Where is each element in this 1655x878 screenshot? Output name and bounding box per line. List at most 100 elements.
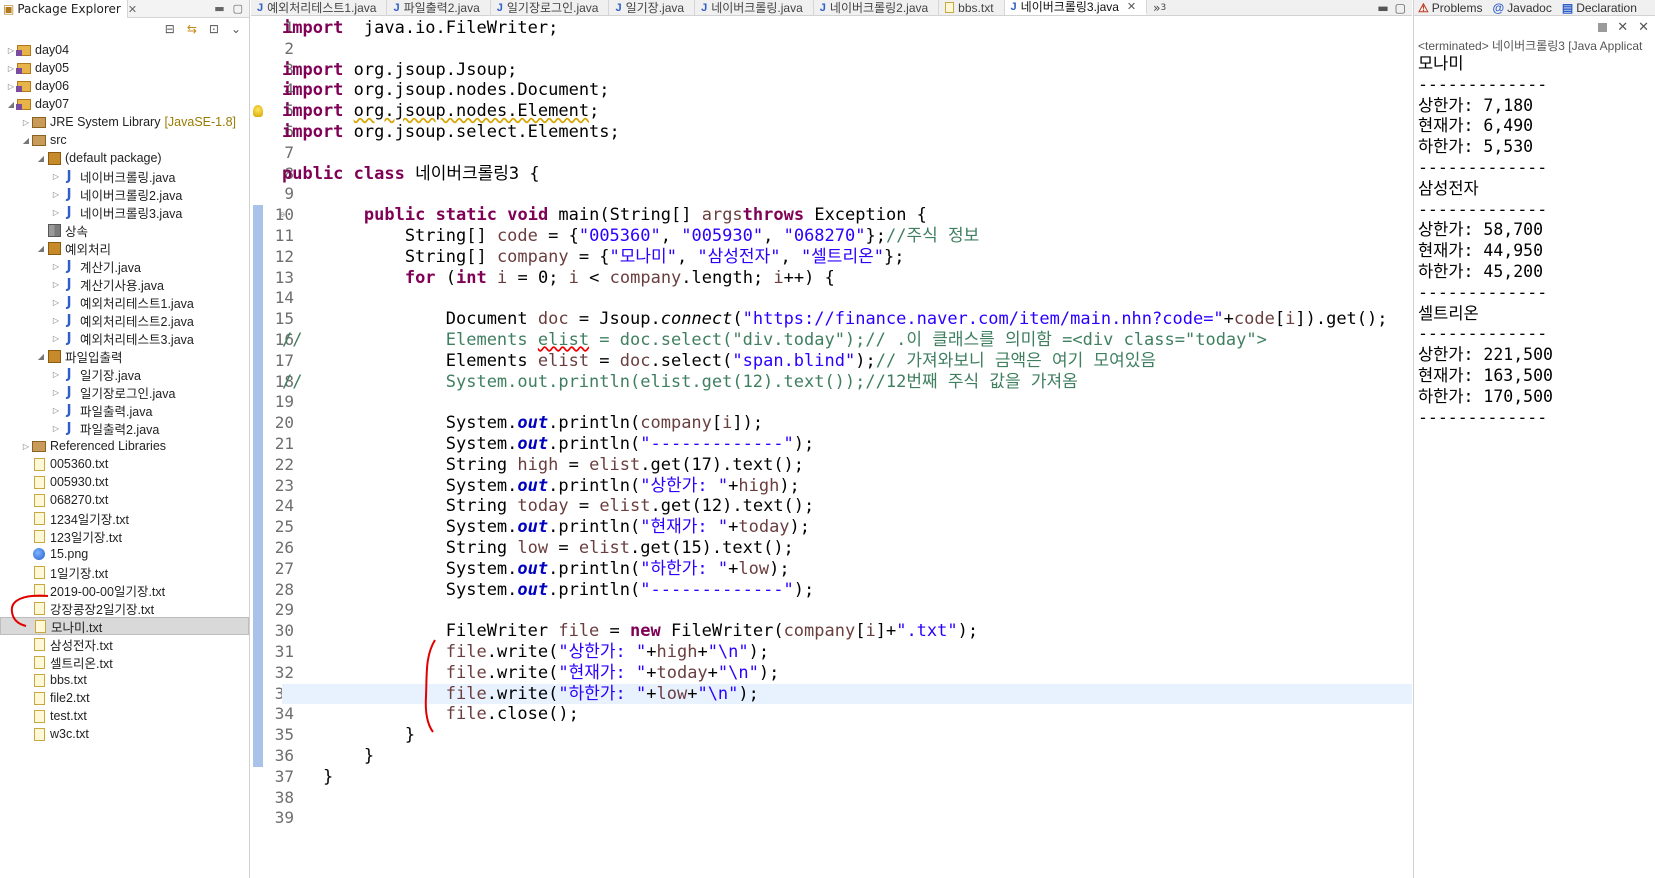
code-line[interactable]: FileWriter file = new FileWriter(company… [282, 621, 1412, 642]
expand-arrow-icon[interactable]: ▷ [51, 370, 61, 379]
minimize-icon[interactable]: ▬ [1377, 1, 1388, 15]
code-line[interactable]: System.out.println("-------------"); [282, 580, 1412, 601]
tree-item[interactable]: ▷ J 예외처리테스트2.java [0, 311, 249, 329]
code-line[interactable]: } [282, 767, 1412, 788]
tree-item[interactable]: ◢ 파일입출력 [0, 347, 249, 365]
tree-item[interactable]: ▷ J 네이버크롤링3.java [0, 203, 249, 221]
code-line[interactable]: import org.jsoup.nodes.Element; [282, 101, 1412, 122]
code-line[interactable] [282, 600, 1412, 621]
code-line[interactable]: file.write("현재가: "+today+"\n"); [282, 663, 1412, 684]
editor-tab[interactable]: J 파일출력2.java [387, 0, 491, 15]
tree-item[interactable]: bbs.txt [0, 671, 249, 689]
expand-arrow-icon[interactable]: ◢ [36, 244, 46, 253]
code-line[interactable] [282, 39, 1412, 60]
tree-item[interactable]: 모나미.txt [0, 617, 249, 635]
editor-tab[interactable]: J 네이버크롤링2.java [814, 0, 940, 15]
tree-item[interactable]: 1일기장.txt [0, 563, 249, 581]
expand-arrow-icon[interactable]: ▷ [51, 280, 61, 289]
code-line[interactable]: file.close(); [282, 704, 1412, 725]
code-line[interactable]: String low = elist.get(15).text(); [282, 538, 1412, 559]
tree-item[interactable]: 068270.txt [0, 491, 249, 509]
code-line[interactable]: import org.jsoup.nodes.Document; [282, 80, 1412, 101]
code-line[interactable]: System.out.println("현재가: "+today); [282, 517, 1412, 538]
tree-item[interactable]: ▷ JRE System Library [JavaSE-1.8] [0, 113, 249, 131]
code-line[interactable] [282, 143, 1412, 164]
code-line[interactable]: public static void main(String[] argsthr… [282, 205, 1412, 226]
expand-arrow-icon[interactable]: ◢ [36, 352, 46, 361]
tree-item[interactable]: 상속 [0, 221, 249, 239]
expand-arrow-icon[interactable]: ▷ [51, 334, 61, 343]
code-line[interactable]: file.write("하한가: "+low+"\n"); [282, 683, 1412, 705]
code-line[interactable]: Elements elist = doc.select("span.blind"… [282, 351, 1412, 372]
maximize-icon[interactable]: ▢ [233, 2, 243, 15]
code-line[interactable]: for (int i = 0; i < company.length; i++)… [282, 268, 1412, 289]
expand-arrow-icon[interactable]: ▷ [6, 46, 16, 55]
editor-tab[interactable]: J 네이버크롤링3.java ✕ [1004, 0, 1148, 15]
tree-item[interactable]: 1234일기장.txt [0, 509, 249, 527]
tree-item[interactable]: ▷ J 일기장로그인.java [0, 383, 249, 401]
minimize-icon[interactable]: ▬ [214, 2, 224, 15]
warning-lightbulb-icon[interactable] [253, 105, 263, 118]
editor-tab[interactable]: bbs.txt [939, 0, 1005, 15]
tree-item[interactable]: 강장콩장2일기장.txt [0, 599, 249, 617]
tree-item[interactable]: 셀트리온.txt [0, 653, 249, 671]
remove-launch-icon[interactable]: ✕ [1617, 20, 1628, 35]
tree-item[interactable]: ▷ J 파일출력2.java [0, 419, 249, 437]
tree-item[interactable]: ◢ 예외처리 [0, 239, 249, 257]
view-tab[interactable]: ⚠ Problems [1414, 1, 1488, 15]
tree-item[interactable]: 15.png [0, 545, 249, 563]
expand-arrow-icon[interactable]: ◢ [6, 100, 16, 109]
tree-item[interactable]: 005930.txt [0, 473, 249, 491]
tree-item[interactable]: ▷ J 계산기사용.java [0, 275, 249, 293]
collapse-all-icon[interactable]: ⊟ [165, 22, 175, 36]
expand-arrow-icon[interactable]: ▷ [21, 118, 31, 127]
code-line[interactable]: import org.jsoup.Jsoup; [282, 60, 1412, 81]
code-line[interactable]: public class 네이버크롤링3 { [282, 164, 1412, 185]
expand-arrow-icon[interactable]: ▷ [51, 262, 61, 271]
code-line[interactable]: } [282, 725, 1412, 746]
code-line[interactable]: String today = elist.get(12).text(); [282, 496, 1412, 517]
tree-item[interactable]: ▷ day06 [0, 77, 249, 95]
tree-item[interactable]: ▷ J 네이버크롤링.java [0, 167, 249, 185]
code-line[interactable]: String[] code = {"005360", "005930", "06… [282, 226, 1412, 247]
expand-arrow-icon[interactable]: ▷ [21, 442, 31, 451]
tree-item[interactable]: ▷ J 일기장.java [0, 365, 249, 383]
code-line[interactable]: System.out.println(company[i]); [282, 413, 1412, 434]
code-line[interactable]: Document doc = Jsoup.connect("https://fi… [282, 309, 1412, 330]
expand-arrow-icon[interactable]: ▷ [51, 406, 61, 415]
code-line[interactable]: // System.out.println(elist.get(12).text… [282, 372, 1412, 393]
code-line[interactable] [282, 288, 1412, 309]
code-line[interactable]: System.out.println("하한가: "+low); [282, 559, 1412, 580]
expand-arrow-icon[interactable]: ▷ [51, 316, 61, 325]
tree-item[interactable]: 2019-00-00일기장.txt [0, 581, 249, 599]
expand-arrow-icon[interactable]: ▷ [6, 82, 16, 91]
editor-tab[interactable]: J 일기장.java [609, 0, 696, 15]
code-line[interactable]: } [282, 746, 1412, 767]
tree-item[interactable]: ◢ src [0, 131, 249, 149]
tree-item[interactable]: ▷ Referenced Libraries [0, 437, 249, 455]
editor-tab[interactable]: J 네이버크롤링.java [695, 0, 814, 15]
code-line[interactable]: // Elements elist = doc.select("div.toda… [282, 330, 1412, 351]
expand-arrow-icon[interactable]: ▷ [51, 424, 61, 433]
tree-item[interactable]: 123일기장.txt [0, 527, 249, 545]
expand-arrow-icon[interactable]: ▷ [51, 172, 61, 181]
expand-arrow-icon[interactable]: ◢ [21, 136, 31, 145]
tree-item[interactable]: ◢ (default package) [0, 149, 249, 167]
tab-package-explorer[interactable]: ▣ Package Explorer ✕ [0, 0, 137, 18]
expand-arrow-icon[interactable]: ▷ [51, 208, 61, 217]
code-line[interactable] [282, 392, 1412, 413]
code-line[interactable]: import java.io.FileWriter; [282, 18, 1412, 39]
tree-item[interactable]: 005360.txt [0, 455, 249, 473]
code-area[interactable]: 1 2 3 4 5 6 7 8 9 10 11 12 13 14 15 16 17 18 19 20 21 22 23 24 2… [251, 18, 1412, 878]
tree-item[interactable]: test.txt [0, 707, 249, 725]
code-line[interactable] [282, 787, 1412, 808]
code-lines[interactable]: import java.io.FileWriter; import org.js… [282, 18, 1412, 829]
expand-arrow-icon[interactable]: ◢ [36, 154, 46, 163]
view-tab[interactable]: @ Javadoc [1488, 1, 1557, 15]
expand-arrow-icon[interactable]: ▷ [51, 388, 61, 397]
code-line[interactable]: System.out.println("상한가: "+high); [282, 476, 1412, 497]
editor-tab[interactable]: J 예외처리테스트1.java [251, 0, 388, 15]
tree-item[interactable]: ▷ J 예외처리테스트3.java [0, 329, 249, 347]
close-icon[interactable]: ✕ [1127, 0, 1136, 13]
tree-item[interactable]: ▷ J 계산기.java [0, 257, 249, 275]
